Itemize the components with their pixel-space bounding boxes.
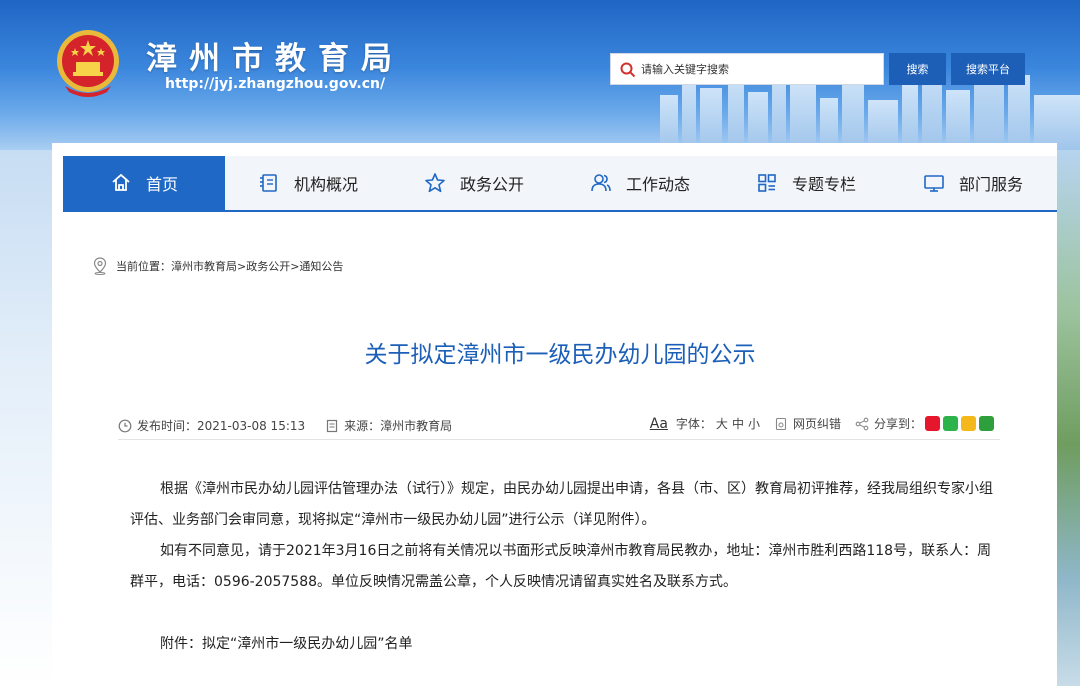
- nav-item-gov-affairs[interactable]: 政务公开: [391, 156, 557, 210]
- wechat-share-icon[interactable]: [943, 416, 958, 431]
- share-label: 分享到：: [873, 417, 922, 431]
- breadcrumb-text[interactable]: 当前位置：漳州市教育局>政务公开>通知公告: [116, 258, 343, 274]
- nav-item-about[interactable]: 机构概况: [225, 156, 391, 210]
- grid-icon: [758, 174, 776, 192]
- document-icon: [259, 174, 277, 192]
- page-correction-text: 网页纠错: [792, 417, 841, 431]
- national-emblem-logo: [57, 30, 119, 97]
- monitor-icon: [924, 175, 944, 192]
- search-button[interactable]: 搜索: [889, 53, 946, 85]
- nav-item-services[interactable]: 部门服务: [889, 156, 1057, 210]
- people-icon: [591, 174, 611, 192]
- nav-label: 机构概况: [293, 175, 358, 194]
- clock-icon: [118, 419, 132, 432]
- share-icon: [855, 417, 869, 430]
- font-size-icon: Aa: [649, 415, 668, 432]
- breadcrumb: 当前位置：漳州市教育局>政务公开>通知公告: [92, 256, 343, 276]
- nav-label: 工作动态: [625, 175, 690, 194]
- home-icon: [112, 173, 130, 191]
- nav-label: 政务公开: [459, 175, 524, 194]
- article-meta: 发布时间：2021-03-08 15:13 来源：漳州市教育局 Aa 字体： 大…: [118, 410, 1000, 440]
- site-header: 漳州市教育局 http://jyj.zhangzhou.gov.cn/ 搜索 搜…: [0, 0, 1080, 150]
- nav-item-special-topics[interactable]: 专题专栏: [723, 156, 889, 210]
- search-input[interactable]: [641, 54, 881, 84]
- search-platform-button[interactable]: 搜索平台: [951, 53, 1025, 85]
- attachment-link[interactable]: 附件：拟定“漳州市一级民办幼儿园”名单: [130, 629, 1000, 660]
- publish-time: 发布时间：2021-03-08 15:13: [118, 417, 305, 434]
- font-small-button[interactable]: 小: [748, 415, 760, 432]
- search-box: [610, 53, 884, 85]
- paragraph: 如有不同意见，请于2021年3月16日之前将有关情况以书面形式反映漳州市教育局民…: [130, 543, 992, 590]
- site-title: 漳州市教育局: [146, 41, 404, 77]
- share: 分享到：: [855, 415, 922, 432]
- nav-label: 专题专栏: [791, 175, 856, 194]
- source-doc-icon: [327, 419, 338, 432]
- font-large-button[interactable]: 大: [716, 415, 728, 432]
- weibo-share-icon[interactable]: [925, 416, 940, 431]
- qq-share-icon[interactable]: [961, 416, 976, 431]
- article-body: 根据《漳州市民办幼儿园评估管理办法（试行）》规定，由民办幼儿园提出申请，各县（市…: [130, 474, 1000, 660]
- page-correction-link[interactable]: 网页纠错: [774, 415, 841, 432]
- main-nav: 首页 机构概况 政务公开 工作动态 专题专栏 部门服务: [63, 156, 1057, 212]
- background-right: [1057, 150, 1080, 686]
- source: 来源：漳州市教育局: [325, 417, 452, 434]
- source-text: 来源：漳州市教育局: [344, 419, 453, 433]
- douban-share-icon[interactable]: [979, 416, 994, 431]
- site-url: http://jyj.zhangzhou.gov.cn/: [165, 76, 386, 92]
- paragraph: 根据《漳州市民办幼儿园评估管理办法（试行）》规定，由民办幼儿园提出申请，各县（市…: [130, 481, 993, 528]
- article-title: 关于拟定漳州市一级民办幼儿园的公示: [364, 342, 756, 368]
- nav-item-home[interactable]: 首页: [63, 156, 225, 210]
- location-pin-icon: [93, 257, 107, 275]
- nav-item-work-news[interactable]: 工作动态: [557, 156, 723, 210]
- background-left: [0, 150, 52, 686]
- font-medium-button[interactable]: 中: [732, 415, 744, 432]
- nav-label: 首页: [145, 175, 178, 194]
- nav-label: 部门服务: [958, 175, 1023, 194]
- publish-time-text: 发布时间：2021-03-08 15:13: [137, 419, 306, 433]
- search-icon: [620, 62, 636, 78]
- star-icon: [425, 173, 445, 193]
- font-label: 字体：: [675, 417, 712, 431]
- report-icon: [775, 417, 787, 430]
